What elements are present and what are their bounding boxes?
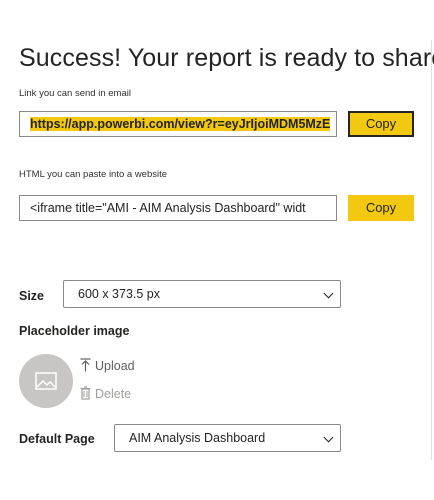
placeholder-label: Placeholder image — [19, 324, 130, 338]
size-selected-value: 600 x 373.5 px — [78, 287, 161, 301]
divider — [431, 40, 432, 460]
link-label: Link you can send in email — [19, 88, 131, 99]
delete-button[interactable]: Delete — [80, 386, 131, 403]
upload-label: Upload — [95, 358, 135, 373]
embed-html-field[interactable]: <iframe title="AMI - AIM Analysis Dashbo… — [19, 195, 337, 221]
chevron-down-icon — [323, 432, 334, 443]
copy-link-button[interactable]: Copy — [348, 111, 414, 137]
dialog-title: Success! Your report is ready to share — [19, 44, 434, 72]
html-label: HTML you can paste into a website — [19, 169, 168, 180]
chevron-down-icon — [323, 288, 334, 299]
image-icon — [35, 372, 57, 390]
upload-button[interactable]: Upload — [80, 358, 135, 375]
size-label: Size — [19, 289, 45, 303]
default-page-select[interactable]: AIM Analysis Dashboard — [114, 424, 341, 452]
size-select[interactable]: 600 x 373.5 px — [63, 280, 341, 308]
embed-html-text: <iframe title="AMI - AIM Analysis Dashbo… — [30, 201, 306, 215]
placeholder-image-preview — [19, 354, 73, 408]
delete-icon — [80, 386, 91, 403]
email-link-text: https://app.powerbi.com/view?r=eyJrIjoiM… — [30, 117, 331, 131]
delete-label: Delete — [95, 386, 132, 401]
copy-html-button[interactable]: Copy — [348, 195, 414, 221]
upload-icon — [80, 358, 91, 375]
default-page-selected-value: AIM Analysis Dashboard — [129, 431, 266, 445]
default-page-label: Default Page — [19, 432, 95, 446]
email-link-field[interactable]: https://app.powerbi.com/view?r=eyJrIjoiM… — [19, 111, 337, 137]
share-dialog: Success! Your report is ready to share L… — [0, 0, 434, 500]
